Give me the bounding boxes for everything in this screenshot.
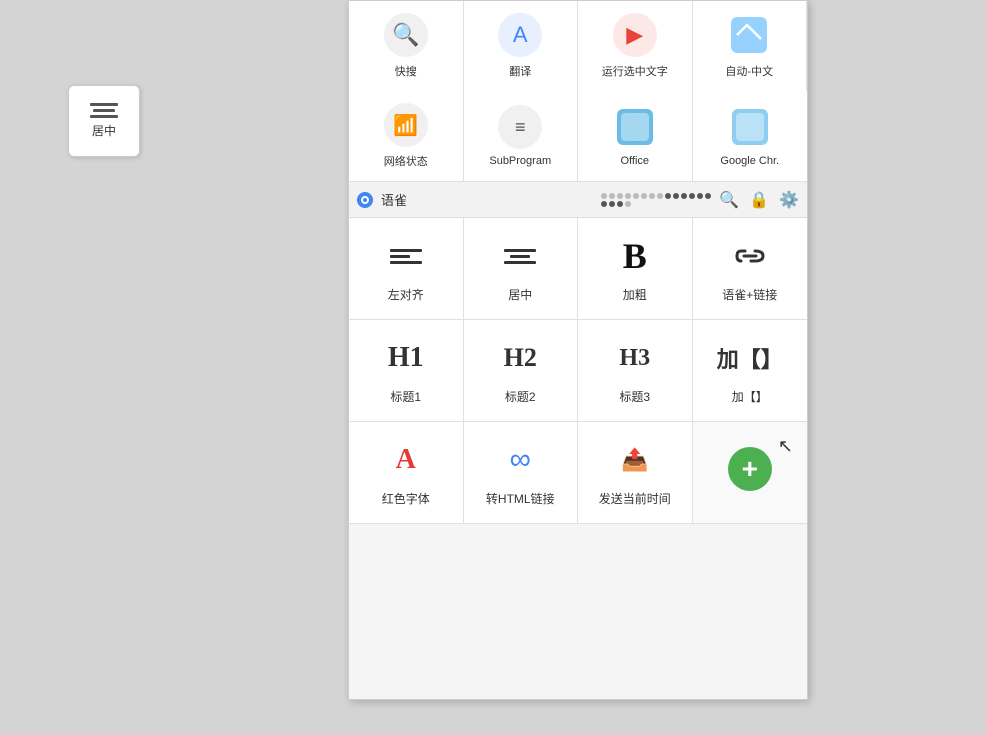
cmd-red-font[interactable]: A 红色字体 [349, 422, 464, 524]
chrome-label: Google Chr. [720, 155, 779, 167]
office-label: Office [620, 155, 649, 167]
grid-item-translate[interactable]: A 翻译 [464, 1, 579, 91]
align-center-icon [504, 234, 536, 278]
html-link-label: 转HTML链接 [486, 490, 555, 507]
cursor-arrow-icon: ↖ [778, 436, 793, 457]
brackets-label: 加【】 [732, 388, 768, 405]
cmd-send-time[interactable]: 📤 发送当前时间 [578, 422, 693, 524]
cmd-h3[interactable]: H3 标题3 [578, 320, 693, 422]
infinite-icon: ∞ [510, 438, 531, 482]
dot [617, 193, 623, 199]
settings-toolbar-icon[interactable]: ⚙️ [779, 190, 799, 210]
top-grid: 🔍 快搜 A 翻译 ▶ 运行选中文字 [349, 1, 807, 182]
h3-label: 标题3 [619, 388, 650, 405]
widget-label: 居中 [92, 122, 116, 139]
browser-title: 语雀 [381, 190, 593, 209]
commands-grid: 左对齐 居中 B 加粗 [349, 218, 807, 524]
desktop: 居中 🔍 快搜 A 翻译 ▶ 运行选中文字 [0, 0, 986, 735]
browser-favicon [357, 192, 373, 208]
widget-icon [90, 103, 118, 118]
cmd-align-left[interactable]: 左对齐 [349, 218, 464, 320]
dot [689, 193, 695, 199]
dot [609, 193, 615, 199]
cmd-yuque-link[interactable]: 语雀+链接 [693, 218, 808, 320]
grid-item-sub-program[interactable]: ≡ SubProgram [464, 91, 579, 181]
link-icon [731, 234, 769, 278]
sub-program-label: SubProgram [489, 155, 551, 167]
yuque-link-label: 语雀+链接 [722, 286, 777, 303]
dot [625, 201, 631, 207]
dot [697, 193, 703, 199]
align-left-label: 左对齐 [388, 286, 424, 303]
widget-line-3 [90, 115, 118, 118]
h2-icon: H2 [504, 336, 537, 380]
dot [633, 193, 639, 199]
search-icon: 🔍 [384, 13, 428, 57]
red-font-icon: A [396, 438, 416, 482]
grid-item-network-status[interactable]: 📶 网络状态 [349, 91, 464, 181]
dot [705, 193, 711, 199]
add-new-button[interactable]: + [728, 447, 772, 491]
h1-icon: H1 [388, 336, 424, 380]
dot [657, 193, 663, 199]
office-icon [613, 105, 657, 149]
grid-item-quick-search[interactable]: 🔍 快搜 [349, 1, 464, 91]
cmd-bold[interactable]: B 加粗 [578, 218, 693, 320]
bold-label: 加粗 [623, 286, 647, 303]
run-icon: ▶ [613, 13, 657, 57]
browser-dots [601, 193, 711, 207]
send-time-label: 发送当前时间 [599, 490, 671, 507]
grid-item-google-chrome[interactable]: Google Chr. [693, 91, 808, 181]
toolbar-icons: 🔍 🔒 ⚙️ [719, 190, 799, 210]
cmd-align-center[interactable]: 居中 [464, 218, 579, 320]
search-toolbar-icon[interactable]: 🔍 [719, 190, 739, 210]
h1-label: 标题1 [390, 388, 421, 405]
cmd-add-new[interactable]: ↖ + [693, 422, 808, 524]
bottom-area [349, 524, 807, 699]
dot [673, 193, 679, 199]
dot [665, 193, 671, 199]
grid-item-run-chinese[interactable]: ▶ 运行选中文字 [578, 1, 693, 91]
h3-icon: H3 [619, 336, 650, 380]
network-status-label: 网络状态 [384, 153, 428, 169]
dot [601, 193, 607, 199]
dot [601, 201, 607, 207]
grid-item-office[interactable]: Office [578, 91, 693, 181]
chrome-icon [728, 105, 772, 149]
sub-program-icon: ≡ [498, 105, 542, 149]
send-time-icon: 📤 [621, 438, 648, 482]
translate-label: 翻译 [509, 63, 531, 79]
main-panel: 🔍 快搜 A 翻译 ▶ 运行选中文字 [348, 0, 808, 700]
browser-toolbar: 语雀 [349, 182, 807, 218]
network-icon: 📶 [384, 103, 428, 147]
dot [641, 193, 647, 199]
dot [625, 193, 631, 199]
cmd-add-brackets[interactable]: 加【】 加【】 [693, 320, 808, 422]
brackets-icon: 加【】 [717, 336, 783, 380]
lock-toolbar-icon[interactable]: 🔒 [749, 190, 769, 210]
bold-icon: B [623, 234, 647, 278]
auto-chinese-icon [727, 13, 771, 57]
align-center-label: 居中 [508, 286, 532, 303]
dot [609, 201, 615, 207]
dot [649, 193, 655, 199]
floating-widget[interactable]: 居中 [68, 85, 140, 157]
grid-item-auto-chinese[interactable]: 自动-中文 [693, 1, 808, 91]
translate-icon: A [498, 13, 542, 57]
widget-line-1 [90, 103, 118, 106]
cmd-h2[interactable]: H2 标题2 [464, 320, 579, 422]
dot [617, 201, 623, 207]
run-chinese-label: 运行选中文字 [602, 63, 668, 79]
dot [681, 193, 687, 199]
align-left-icon [390, 234, 422, 278]
red-font-label: 红色字体 [382, 490, 430, 507]
quick-search-label: 快搜 [395, 63, 417, 79]
cmd-h1[interactable]: H1 标题1 [349, 320, 464, 422]
auto-chinese-label: 自动-中文 [725, 63, 773, 79]
cmd-html-link[interactable]: ∞ 转HTML链接 [464, 422, 579, 524]
widget-line-2 [93, 109, 115, 112]
h2-label: 标题2 [505, 388, 536, 405]
